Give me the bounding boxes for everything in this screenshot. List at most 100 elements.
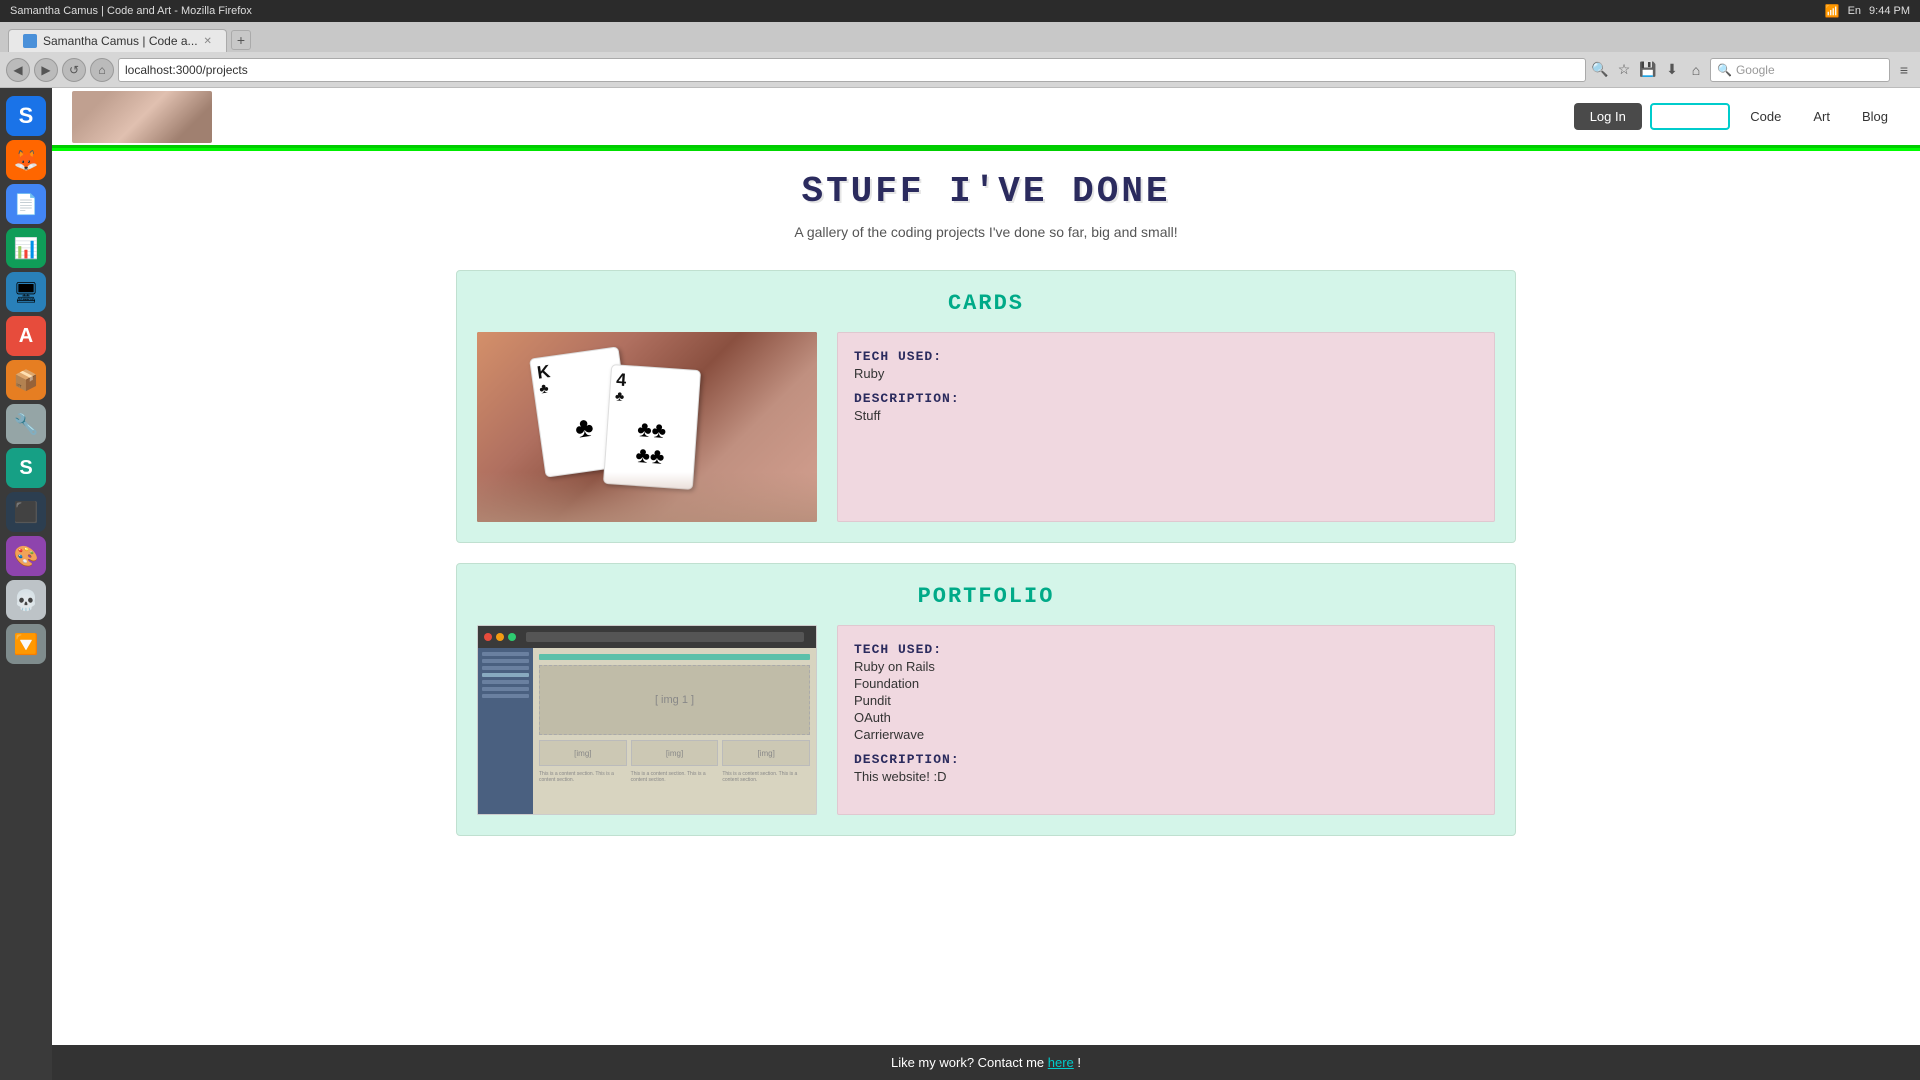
thumb-2: [img] xyxy=(631,740,719,766)
reload-button[interactable]: ↺ xyxy=(62,58,86,82)
language-indicator: En xyxy=(1848,5,1861,17)
screenshot-address xyxy=(526,632,804,642)
screenshot-thumbs: [img] [img] [img] xyxy=(539,740,810,766)
os-topbar-left: Samantha Camus | Code and Art - Mozilla … xyxy=(10,5,252,17)
text-col-2: This is a content section. This is a con… xyxy=(631,771,719,783)
forward-button[interactable]: ▶ xyxy=(34,58,58,82)
os-icon-tools[interactable]: 🔧 xyxy=(6,404,46,444)
search-engine-icon: 🔍 xyxy=(1717,63,1732,77)
dot-yellow xyxy=(496,633,504,641)
description-label-portfolio: DESCRIPTION: xyxy=(854,752,1478,767)
os-icon-a[interactable]: A xyxy=(6,316,46,356)
site-header: Log In Register Code Art Blog xyxy=(52,88,1920,148)
tech-used-label-portfolio: TECH USED: xyxy=(854,642,1478,657)
screenshot-accent-bar xyxy=(539,654,810,660)
project-card-cards: CARDS K ♣ ♣ xyxy=(456,270,1516,543)
thumb-1: [img] xyxy=(539,740,627,766)
site-nav: Log In Register Code Art Blog xyxy=(1574,103,1900,130)
page-subtitle: A gallery of the coding projects I've do… xyxy=(456,224,1516,240)
os-icon-skull[interactable]: 💀 xyxy=(6,580,46,620)
tech-carrierwave: Carrierwave xyxy=(854,727,1478,742)
save-page-button[interactable]: 💾 xyxy=(1638,60,1658,80)
portfolio-screenshot: [ img 1 ] [img] [img] [img] xyxy=(477,625,817,815)
tech-item-ruby: Ruby xyxy=(854,366,1478,381)
project-info-portfolio: TECH USED: Ruby on Rails Foundation Pund… xyxy=(837,625,1495,815)
project-info-cards: TECH USED: Ruby DESCRIPTION: Stuff xyxy=(837,332,1495,522)
footer-contact-link[interactable]: here xyxy=(1048,1055,1074,1070)
browser-tab-bar: Samantha Camus | Code a... ✕ + xyxy=(0,22,1920,52)
browser-menu-button[interactable]: ≡ xyxy=(1894,60,1914,80)
screenshot-body: [ img 1 ] [img] [img] [img] xyxy=(478,648,816,814)
project-image-portfolio: [ img 1 ] [img] [img] [img] xyxy=(477,625,817,815)
tech-foundation: Foundation xyxy=(854,676,1478,691)
site-logo[interactable] xyxy=(72,91,212,143)
screenshot-text-row: This is a content section. This is a con… xyxy=(539,771,810,783)
os-icon-down[interactable]: 🔽 xyxy=(6,624,46,664)
os-sidebar: S 🦊 📄 📊 🖥 A 📦 🔧 S ⬛ 🎨 💀 🔽 xyxy=(0,88,52,1080)
os-topbar-right: 📶 En 9:44 PM xyxy=(1825,4,1910,18)
description-text-cards: Stuff xyxy=(854,408,1478,423)
description-label-cards: DESCRIPTION: xyxy=(854,391,1478,406)
project-title-portfolio: PORTFOLIO xyxy=(477,584,1495,609)
search-bar[interactable]: 🔍 Google xyxy=(1710,58,1890,82)
home-button[interactable]: ⌂ xyxy=(90,58,114,82)
search-placeholder: Google xyxy=(1736,63,1775,77)
tech-used-label-cards: TECH USED: xyxy=(854,349,1478,364)
description-text-portfolio: This website! :D xyxy=(854,769,1478,784)
tab-close-button[interactable]: ✕ xyxy=(204,36,212,47)
cards-illustration: K ♣ ♣ 4 ♣ ♣♣♣♣ xyxy=(477,332,817,522)
register-button[interactable]: Register xyxy=(1650,103,1730,130)
os-icon-docs[interactable]: 📄 xyxy=(6,184,46,224)
os-icon-firefox[interactable]: 🦊 xyxy=(6,140,46,180)
address-bar[interactable]: localhost:3000/projects xyxy=(118,58,1586,82)
screenshot-main-img: [ img 1 ] xyxy=(539,665,810,735)
os-topbar: Samantha Camus | Code and Art - Mozilla … xyxy=(0,0,1920,22)
nav-link-code[interactable]: Code xyxy=(1738,103,1793,130)
bookmark-button[interactable]: ☆ xyxy=(1614,60,1634,80)
dot-green xyxy=(508,633,516,641)
address-text: localhost:3000/projects xyxy=(125,63,248,77)
time-display: 9:44 PM xyxy=(1869,5,1910,17)
browser-toolbar: ◀ ▶ ↺ ⌂ localhost:3000/projects 🔍 ☆ 💾 ⬇ … xyxy=(0,52,1920,88)
os-icon-libreoffice[interactable]: 🖥 xyxy=(6,272,46,312)
text-col-1: This is a content section. This is a con… xyxy=(539,771,627,783)
dot-red xyxy=(484,633,492,641)
screenshot-sidebar xyxy=(478,648,533,814)
back-button[interactable]: ◀ xyxy=(6,58,30,82)
project-body-portfolio: [ img 1 ] [img] [img] [img] xyxy=(477,625,1495,815)
os-icon-sheets[interactable]: 📊 xyxy=(6,228,46,268)
os-icon-art[interactable]: 🎨 xyxy=(6,536,46,576)
site-footer: Like my work? Contact me here ! xyxy=(52,1045,1920,1080)
wifi-icon: 📶 xyxy=(1825,4,1840,18)
nav-link-blog[interactable]: Blog xyxy=(1850,103,1900,130)
tab-title: Samantha Camus | Code a... xyxy=(43,34,198,48)
login-button[interactable]: Log In xyxy=(1574,103,1642,130)
browser-toolbar-icons: 🔍 ☆ 💾 ⬇ ⌂ xyxy=(1590,60,1706,80)
screenshot-header xyxy=(478,626,816,648)
project-image-cards: K ♣ ♣ 4 ♣ ♣♣♣♣ xyxy=(477,332,817,522)
titlebar-text: Samantha Camus | Code and Art - Mozilla … xyxy=(10,5,252,17)
footer-text-before: Like my work? Contact me xyxy=(891,1055,1048,1070)
download-button[interactable]: ⬇ xyxy=(1662,60,1682,80)
screenshot-main: [ img 1 ] [img] [img] [img] xyxy=(533,648,816,814)
tech-pundit: Pundit xyxy=(854,693,1478,708)
browser-tab-active[interactable]: Samantha Camus | Code a... ✕ xyxy=(8,29,227,52)
tab-favicon xyxy=(23,34,37,48)
thumb-3: [img] xyxy=(722,740,810,766)
os-icon-terminal[interactable]: ⬛ xyxy=(6,492,46,532)
project-body-cards: K ♣ ♣ 4 ♣ ♣♣♣♣ xyxy=(477,332,1495,522)
tech-rails: Ruby on Rails xyxy=(854,659,1478,674)
os-icon-s2[interactable]: S xyxy=(6,448,46,488)
main-content: STUFF I'VE DONE A gallery of the coding … xyxy=(436,151,1536,876)
page-title: STUFF I'VE DONE xyxy=(456,171,1516,212)
project-card-portfolio: PORTFOLIO xyxy=(456,563,1516,836)
text-col-3: This is a content section. This is a con… xyxy=(722,771,810,783)
home-nav-button[interactable]: ⌂ xyxy=(1686,60,1706,80)
footer-text-after: ! xyxy=(1077,1055,1081,1070)
search-browser-button[interactable]: 🔍 xyxy=(1590,60,1610,80)
tech-oauth: OAuth xyxy=(854,710,1478,725)
os-icon-package[interactable]: 📦 xyxy=(6,360,46,400)
nav-link-art[interactable]: Art xyxy=(1801,103,1842,130)
new-tab-button[interactable]: + xyxy=(231,30,251,50)
os-icon-s[interactable]: S xyxy=(6,96,46,136)
